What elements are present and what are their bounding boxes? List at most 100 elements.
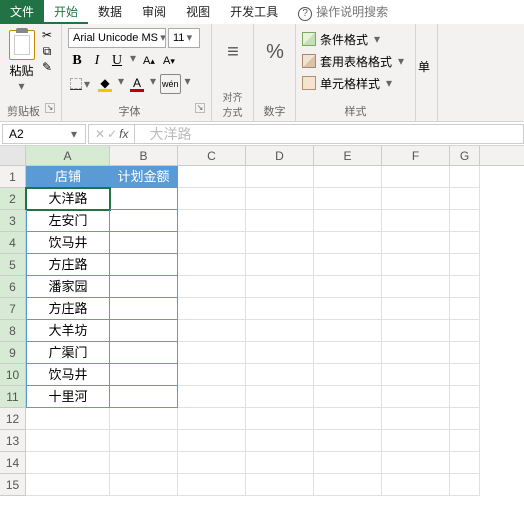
cell[interactable] xyxy=(314,232,382,254)
cell[interactable] xyxy=(450,232,480,254)
row-head[interactable]: 6 xyxy=(0,276,26,298)
cell[interactable] xyxy=(246,430,314,452)
decrease-font-button[interactable]: A▾ xyxy=(160,51,178,71)
fill-color-button[interactable]: ◆ xyxy=(96,74,114,94)
row-head[interactable]: 7 xyxy=(0,298,26,320)
cell[interactable] xyxy=(450,452,480,474)
cell[interactable] xyxy=(246,452,314,474)
tab-view[interactable]: 视图 xyxy=(176,0,220,24)
increase-font-button[interactable]: A▴ xyxy=(140,51,158,71)
cell[interactable] xyxy=(246,298,314,320)
cell[interactable]: 左安门 xyxy=(26,210,110,232)
cell[interactable] xyxy=(450,364,480,386)
phonetic-button[interactable]: wén xyxy=(160,74,181,94)
cell[interactable] xyxy=(26,408,110,430)
cell[interactable] xyxy=(382,386,450,408)
row-head[interactable]: 8 xyxy=(0,320,26,342)
tab-data[interactable]: 数据 xyxy=(88,0,132,24)
cell[interactable]: 店铺 xyxy=(26,166,110,188)
cell[interactable] xyxy=(382,474,450,496)
cell[interactable] xyxy=(450,386,480,408)
font-size-combo[interactable]: 11▾ xyxy=(168,28,200,48)
row-head[interactable]: 12 xyxy=(0,408,26,430)
row-head[interactable]: 10 xyxy=(0,364,26,386)
cell[interactable] xyxy=(314,254,382,276)
name-box[interactable]: A2▾ xyxy=(2,124,86,144)
align-button[interactable]: ≡ xyxy=(218,32,248,72)
cell[interactable] xyxy=(110,276,178,298)
cell[interactable]: 饮马井 xyxy=(26,232,110,254)
format-painter-button[interactable]: ✎ xyxy=(39,60,55,74)
cell[interactable] xyxy=(110,408,178,430)
cell[interactable] xyxy=(178,188,246,210)
cell-styles-button[interactable]: 单元格样式▾ xyxy=(302,73,409,93)
cell[interactable] xyxy=(110,298,178,320)
col-head[interactable]: F xyxy=(382,146,450,165)
font-color-button[interactable]: A xyxy=(128,74,146,94)
cell[interactable] xyxy=(450,254,480,276)
cell[interactable] xyxy=(246,342,314,364)
dialog-launcher-icon[interactable]: ↘ xyxy=(45,103,55,113)
tab-review[interactable]: 审阅 xyxy=(132,0,176,24)
cell[interactable] xyxy=(382,210,450,232)
tab-help[interactable]: ?操作说明搜索 xyxy=(288,0,398,24)
cell[interactable]: 大洋路 xyxy=(26,188,110,210)
cell[interactable] xyxy=(450,276,480,298)
cancel-formula-button[interactable]: ✕ xyxy=(95,127,105,141)
cell[interactable] xyxy=(110,210,178,232)
cell[interactable] xyxy=(314,320,382,342)
col-head[interactable]: D xyxy=(246,146,314,165)
cell[interactable] xyxy=(450,166,480,188)
cell[interactable] xyxy=(382,320,450,342)
cell[interactable] xyxy=(178,474,246,496)
cell[interactable] xyxy=(382,452,450,474)
cell[interactable] xyxy=(314,188,382,210)
number-format-button[interactable]: % xyxy=(260,32,290,72)
cell[interactable] xyxy=(314,386,382,408)
cell[interactable] xyxy=(314,474,382,496)
cell[interactable] xyxy=(314,430,382,452)
cut-button[interactable]: ✂ xyxy=(39,28,55,42)
cell[interactable] xyxy=(178,386,246,408)
cell[interactable] xyxy=(314,452,382,474)
cell[interactable] xyxy=(110,452,178,474)
cell[interactable] xyxy=(110,188,178,210)
cell[interactable] xyxy=(450,430,480,452)
cell[interactable] xyxy=(246,320,314,342)
row-head[interactable]: 14 xyxy=(0,452,26,474)
cell[interactable] xyxy=(246,474,314,496)
cell[interactable] xyxy=(246,210,314,232)
cell[interactable] xyxy=(110,430,178,452)
row-head[interactable]: 9 xyxy=(0,342,26,364)
cell[interactable] xyxy=(450,188,480,210)
tab-dev[interactable]: 开发工具 xyxy=(220,0,288,24)
cell[interactable] xyxy=(314,364,382,386)
cell[interactable] xyxy=(178,254,246,276)
cell[interactable] xyxy=(314,342,382,364)
cell[interactable] xyxy=(110,364,178,386)
cell[interactable] xyxy=(246,232,314,254)
cell[interactable] xyxy=(314,210,382,232)
cell[interactable] xyxy=(382,254,450,276)
select-all-corner[interactable] xyxy=(0,146,26,165)
cell[interactable] xyxy=(450,408,480,430)
border-button[interactable]: ▾ xyxy=(68,74,94,94)
cell[interactable] xyxy=(178,364,246,386)
cell[interactable] xyxy=(382,276,450,298)
cell[interactable] xyxy=(110,232,178,254)
copy-button[interactable]: ⧉ xyxy=(39,44,55,58)
row-head[interactable]: 5 xyxy=(0,254,26,276)
cell[interactable] xyxy=(26,474,110,496)
cell[interactable] xyxy=(382,408,450,430)
tab-file[interactable]: 文件 xyxy=(0,0,44,24)
row-head[interactable]: 13 xyxy=(0,430,26,452)
cell[interactable]: 计划金额 xyxy=(110,166,178,188)
bold-button[interactable]: B xyxy=(68,51,86,71)
cell[interactable] xyxy=(450,342,480,364)
cell[interactable]: 饮马井 xyxy=(26,364,110,386)
cell[interactable]: 广渠门 xyxy=(26,342,110,364)
cell[interactable] xyxy=(178,320,246,342)
cell[interactable] xyxy=(110,254,178,276)
tab-home[interactable]: 开始 xyxy=(44,0,88,24)
cell[interactable]: 方庄路 xyxy=(26,298,110,320)
